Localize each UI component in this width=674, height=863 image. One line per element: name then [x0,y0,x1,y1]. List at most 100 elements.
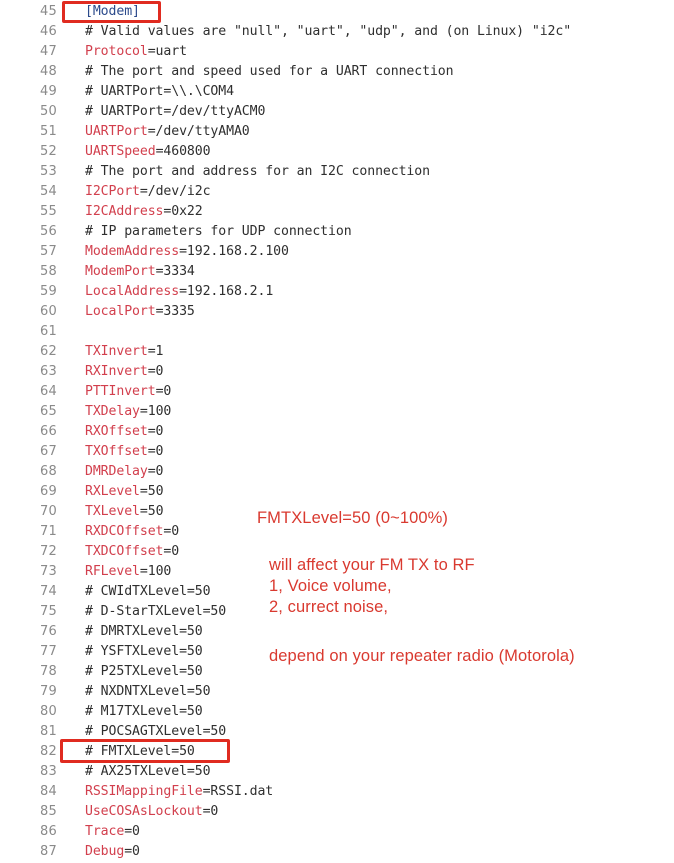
code-line[interactable]: 79 # NXDNTXLevel=50 [0,682,674,702]
code-line[interactable]: 47 Protocol=uart [0,42,674,62]
line-number: 52 [40,144,57,159]
code-line[interactable]: 80 # M17TXLevel=50 [0,702,674,722]
config-key: ModemPort [85,264,156,279]
line-number: 78 [40,664,57,679]
line-number: 74 [40,584,57,599]
code-line[interactable]: 57 ModemAddress=192.168.2.100 [0,242,674,262]
line-number: 66 [40,424,57,439]
config-key: PTTInvert [85,384,156,399]
code-line[interactable]: 46 # Valid values are "null", "uart", "ud… [0,22,674,42]
line-number: 49 [40,84,57,99]
line-number: 65 [40,404,57,419]
config-comment: # AX25TXLevel=50 [85,764,211,779]
code-line[interactable]: 50 # UARTPort=/dev/ttyACM0 [0,102,674,122]
code-line[interactable]: 82 # FMTXLevel=50 [0,742,674,762]
config-key: UARTPort [85,124,148,139]
config-comment: # M17TXLevel=50 [85,704,203,719]
code-line[interactable]: 63 RXInvert=0 [0,362,674,382]
config-comment: # CWIdTXLevel=50 [85,584,211,599]
code-line[interactable]: 69 RXLevel=50 [0,482,674,502]
config-key: UARTSpeed [85,144,156,159]
config-comment: # DMRTXLevel=50 [85,624,203,639]
line-number: 62 [40,344,57,359]
code-line-content: TXDCOffset=0 [85,542,179,562]
line-number: 73 [40,564,57,579]
code-line-content: # DMRTXLevel=50 [85,622,203,642]
code-line[interactable]: 84 RSSIMappingFile=RSSI.dat [0,782,674,802]
code-line-content: Trace=0 [85,822,140,842]
code-line-content: TXDelay=100 [85,402,171,422]
config-value: =0 [163,524,180,539]
config-section-header: [Modem] [85,4,140,19]
line-number: 83 [40,764,57,779]
config-comment: # D-StarTXLevel=50 [85,604,227,619]
line-number: 71 [40,524,57,539]
config-value: =0 [147,424,164,439]
code-line[interactable]: 49 # UARTPort=\\.\COM4 [0,82,674,102]
code-listing[interactable]: 45 [Modem] 46 # Valid values are "null", "u… [0,0,674,862]
config-value: =RSSI.dat [202,784,274,799]
code-line[interactable]: 87 Debug=0 [0,842,674,862]
code-line-content: RXInvert=0 [85,362,164,382]
config-value: =0x22 [163,204,203,219]
config-key: Protocol [85,44,148,59]
config-value: =3334 [155,264,195,279]
code-line[interactable]: 53 # The port and address for an I2C conn… [0,162,674,182]
code-line[interactable]: 55 I2CAddress=0x22 [0,202,674,222]
line-number: 57 [40,244,57,259]
annotation-repeater-note: depend on your repeater radio (Motorola) [269,647,575,665]
code-line[interactable]: 60 LocalPort=3335 [0,302,674,322]
line-number: 59 [40,284,57,299]
code-line[interactable]: 56 # IP parameters for UDP connection [0,222,674,242]
code-line[interactable]: 64 PTTInvert=0 [0,382,674,402]
line-number: 77 [40,644,57,659]
code-line[interactable]: 83 # AX25TXLevel=50 [0,762,674,782]
code-line-content: # Valid values are "null", "uart", "udp"… [85,22,571,42]
annotation-fmtxlevel-effects: will affect your FM TX to RF 1, Voice vo… [269,556,475,616]
code-line[interactable]: 54 I2CPort=/dev/i2c [0,182,674,202]
config-key: TXDelay [85,404,140,419]
code-line-content: Protocol=uart [85,42,187,62]
code-line-content: # UARTPort=/dev/ttyACM0 [85,102,265,122]
config-value: =3335 [155,304,195,319]
code-line-content: # POCSAGTXLevel=50 [85,722,226,742]
code-line[interactable]: 85 UseCOSAsLockout=0 [0,802,674,822]
code-line[interactable]: 65 TXDelay=100 [0,402,674,422]
code-line-content: # P25TXLevel=50 [85,662,203,682]
config-comment: # YSFTXLevel=50 [85,644,203,659]
config-value: =192.168.2.1 [179,284,274,299]
code-line[interactable]: 52 UARTSpeed=460800 [0,142,674,162]
line-number: 76 [40,624,57,639]
code-line[interactable]: 81 # POCSAGTXLevel=50 [0,722,674,742]
config-key: RXDCOffset [85,524,164,539]
line-number: 64 [40,384,57,399]
code-line-content: RXDCOffset=0 [85,522,179,542]
code-line-content: # M17TXLevel=50 [85,702,203,722]
line-number: 81 [40,724,57,739]
code-line[interactable]: 76 # DMRTXLevel=50 [0,622,674,642]
code-line[interactable]: 58 ModemPort=3334 [0,262,674,282]
code-line[interactable]: 86 Trace=0 [0,822,674,842]
code-line-content: [Modem] [85,2,140,22]
code-line[interactable]: 51 UARTPort=/dev/ttyAMA0 [0,122,674,142]
code-line[interactable]: 67 TXOffset=0 [0,442,674,462]
config-key: RFLevel [85,564,140,579]
code-line[interactable]: 59 LocalAddress=192.168.2.1 [0,282,674,302]
line-number: 56 [40,224,57,239]
code-line[interactable]: 62 TXInvert=1 [0,342,674,362]
config-value: =0 [202,804,219,819]
code-line-content: DMRDelay=0 [85,462,164,482]
config-value: =0 [124,824,140,839]
config-key: TXOffset [85,444,148,459]
code-line-content: # The port and speed used for a UART con… [85,62,454,82]
code-line[interactable]: 45 [Modem] [0,2,674,22]
code-line[interactable]: 61 [0,322,674,342]
line-number: 75 [40,604,57,619]
code-line[interactable]: 66 RXOffset=0 [0,422,674,442]
config-key: LocalPort [85,304,156,319]
code-line[interactable]: 48 # The port and speed used for a UART c… [0,62,674,82]
code-line[interactable]: 68 DMRDelay=0 [0,462,674,482]
line-number: 51 [40,124,57,139]
line-number: 72 [40,544,57,559]
config-comment: # IP parameters for UDP connection [85,224,352,239]
